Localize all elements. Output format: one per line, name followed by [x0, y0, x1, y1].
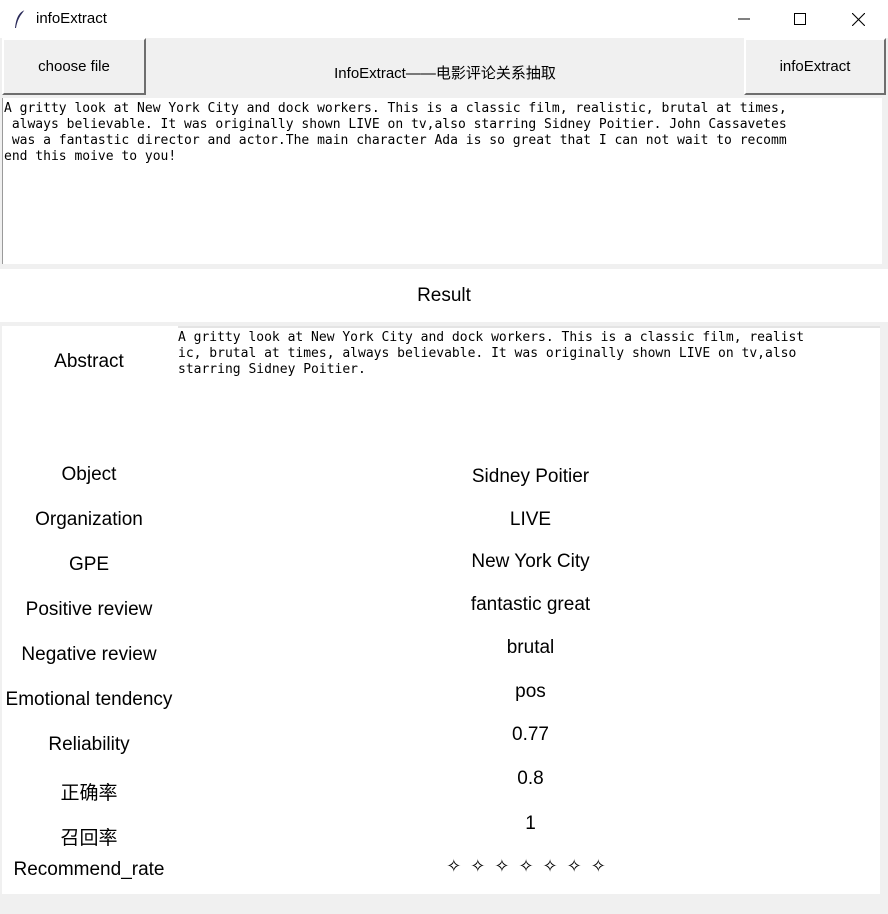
abstract-text-area[interactable]: A gritty look at New York City and dock …	[178, 326, 880, 456]
toolbar: choose file InfoExtract——电影评论关系抽取 infoEx…	[0, 38, 888, 98]
maximize-button[interactable]	[772, 0, 828, 38]
organization-value: LIVE	[509, 509, 552, 530]
minimize-button[interactable]	[716, 0, 772, 38]
close-icon	[851, 12, 865, 26]
recall-label: 召回率	[60, 828, 118, 849]
negative-review-label: Negative review	[21, 644, 157, 665]
recommend-rate-label: Recommend_rate	[13, 859, 165, 880]
recommend-rate-stars: ✧✧✧✧✧✧✧	[446, 856, 615, 876]
positive-review-value: fantastic great	[470, 594, 591, 615]
accuracy-label: 正确率	[60, 783, 118, 804]
emotional-tendency-value: pos	[515, 681, 546, 702]
app-heading: InfoExtract——电影评论关系抽取	[334, 65, 556, 82]
organization-label: Organization	[35, 509, 143, 530]
gpe-value: New York City	[471, 551, 590, 572]
negative-review-value: brutal	[506, 637, 555, 658]
minimize-icon	[738, 18, 750, 20]
emotional-tendency-label: Emotional tendency	[5, 689, 173, 710]
choose-file-button[interactable]: choose file	[2, 38, 146, 95]
review-text-area[interactable]: A gritty look at New York City and dock …	[2, 98, 882, 264]
reliability-label: Reliability	[48, 734, 130, 755]
bottom-border	[0, 894, 888, 914]
recall-value: 1	[525, 813, 536, 834]
maximize-icon	[794, 13, 806, 25]
close-button[interactable]	[830, 0, 886, 38]
object-value: Sidney Poitier	[471, 466, 590, 487]
reliability-value: 0.77	[512, 724, 549, 745]
positive-review-label: Positive review	[25, 599, 153, 620]
window-title: infoExtract	[36, 10, 107, 27]
object-label: Object	[61, 464, 117, 485]
result-header: Result	[0, 269, 888, 322]
accuracy-value: 0.8	[517, 768, 544, 789]
gpe-label: GPE	[68, 554, 110, 575]
abstract-label: Abstract	[54, 351, 124, 372]
info-extract-button[interactable]: infoExtract	[744, 38, 886, 95]
title-bar: infoExtract	[0, 0, 888, 38]
result-panel: Abstract A gritty look at New York City …	[2, 326, 880, 894]
feather-icon	[15, 9, 26, 28]
